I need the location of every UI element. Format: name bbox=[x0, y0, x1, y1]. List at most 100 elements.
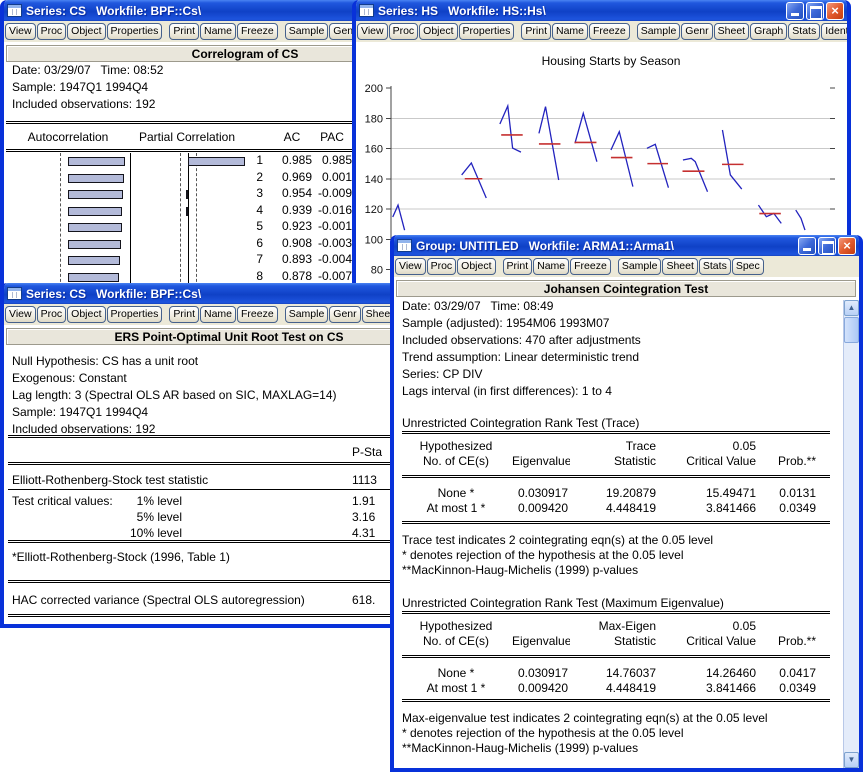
scroll-up-button[interactable]: ▲ bbox=[844, 300, 859, 316]
view-header: Johansen Cointegration Test bbox=[396, 280, 856, 297]
ac-value: 0.969 bbox=[272, 170, 312, 185]
y-tick-label: 80 bbox=[371, 265, 383, 277]
critical-level: 5% level bbox=[100, 509, 182, 525]
toolbar-button-print[interactable]: Print bbox=[169, 23, 199, 40]
lag-number: 4 bbox=[238, 203, 263, 218]
series-segment bbox=[462, 163, 487, 198]
toolbar-button-name[interactable]: Name bbox=[200, 306, 236, 323]
series-segment bbox=[647, 144, 669, 187]
toolbar-button-name[interactable]: Name bbox=[533, 258, 569, 275]
toolbar-button-properties[interactable]: Properties bbox=[107, 23, 163, 40]
section-title-trace: Unrestricted Cointegration Rank Test (Tr… bbox=[402, 415, 639, 431]
lag-number: 6 bbox=[238, 236, 263, 251]
toolbar-button-view[interactable]: View bbox=[5, 306, 36, 323]
maximize-button[interactable] bbox=[818, 237, 836, 255]
ac-value: 0.954 bbox=[272, 186, 312, 201]
toolbar-button-print[interactable]: Print bbox=[503, 258, 533, 275]
toolbar-button-proc[interactable]: Proc bbox=[37, 23, 67, 40]
toolbar-button-proc[interactable]: Proc bbox=[427, 258, 457, 275]
text-line: * denotes rejection of the hypothesis at… bbox=[402, 726, 768, 741]
toolbar-button-view[interactable]: View bbox=[5, 23, 36, 40]
table-cell: 14.26460 bbox=[658, 666, 758, 681]
rule-line bbox=[8, 435, 448, 438]
ac-value: 0.893 bbox=[272, 252, 312, 267]
toolbar-button-spec[interactable]: Spec bbox=[732, 258, 764, 275]
rule-line bbox=[8, 580, 448, 583]
toolbar-button-print[interactable]: Print bbox=[169, 306, 199, 323]
toolbar-group: PrintNameFreeze bbox=[169, 306, 278, 323]
toolbar-button-object[interactable]: Object bbox=[67, 306, 105, 323]
table-header-row: HypothesizedTrace0.05 bbox=[402, 439, 818, 454]
footnote: *Elliott-Rothenberg-Stock (1996, Table 1… bbox=[12, 549, 230, 565]
table-cell: 0.0417 bbox=[758, 666, 818, 681]
toolbar-button-object[interactable]: Object bbox=[457, 258, 495, 275]
toolbar-button-freeze[interactable]: Freeze bbox=[237, 23, 278, 40]
toolbar-button-view[interactable]: View bbox=[395, 258, 426, 275]
series-segment bbox=[683, 158, 708, 191]
toolbar-button-sample[interactable]: Sample bbox=[285, 23, 329, 40]
scrollbar-thumb[interactable] bbox=[844, 317, 859, 343]
toolbar-button-freeze[interactable]: Freeze bbox=[237, 306, 278, 323]
series-segment bbox=[722, 130, 741, 189]
toolbar-button-stats[interactable]: Stats bbox=[699, 258, 731, 275]
column-header-pac: PAC bbox=[312, 129, 352, 145]
column-header-ac: AC bbox=[272, 129, 312, 145]
toolbar-button-object[interactable]: Object bbox=[67, 23, 105, 40]
toolbar-button-proc[interactable]: Proc bbox=[37, 306, 67, 323]
toolbar-button-properties[interactable]: Properties bbox=[107, 306, 163, 323]
pac-value: 0.985 bbox=[316, 153, 352, 168]
lag-number: 8 bbox=[238, 269, 263, 284]
toolbar-button-sample[interactable]: Sample bbox=[285, 306, 329, 323]
table-header-cell: Statistic bbox=[570, 454, 658, 469]
view-header: ERS Point-Optimal Unit Root Test on CS bbox=[6, 328, 452, 345]
rule-line bbox=[402, 431, 830, 434]
text-line: Lags interval (in first differences): 1 … bbox=[402, 383, 641, 400]
section-title-maxeigen: Unrestricted Cointegration Rank Test (Ma… bbox=[402, 595, 724, 611]
hac-value: 618. bbox=[352, 592, 375, 608]
titlebar-johansen[interactable]: Group: UNTITLED Workfile: ARMA1::Arma1\ bbox=[394, 235, 859, 256]
y-tick-label: 200 bbox=[365, 83, 383, 95]
pac-confidence-band-line bbox=[180, 153, 181, 292]
toolbar: ViewProcObjectProperties PrintNameFreeze S… bbox=[4, 304, 454, 325]
window-title: Series: CS Workfile: BPF::Cs\ bbox=[26, 4, 201, 18]
table-header-cell: Critical Value bbox=[658, 454, 758, 469]
table-row: At most 1 *0.0094204.4484193.8414660.034… bbox=[402, 681, 818, 696]
text-line: Included observations: 192 bbox=[12, 96, 163, 113]
chart-title: Housing Starts by Season bbox=[391, 54, 831, 68]
rule-line bbox=[8, 462, 448, 465]
table-cell: 4.448419 bbox=[570, 681, 658, 696]
table-cell: None * bbox=[402, 666, 512, 681]
info-block: Date: 03/29/07 Time: 08:52Sample: 1947Q1… bbox=[12, 62, 163, 113]
table-header-cell: No. of CE(s) bbox=[402, 634, 512, 649]
table-header-row: HypothesizedMax-Eigen0.05 bbox=[402, 619, 818, 634]
toolbar-button-sample[interactable]: Sample bbox=[618, 258, 662, 275]
rule-line bbox=[8, 489, 448, 490]
table-header-cell: Statistic bbox=[570, 634, 658, 649]
scroll-down-button[interactable]: ▼ bbox=[844, 752, 859, 768]
text-line: Max-eigenvalue test indicates 2 cointegr… bbox=[402, 711, 768, 726]
toolbar-button-genr[interactable]: Genr bbox=[329, 306, 360, 323]
toolbar: ViewProcObject PrintNameFreeze SampleSheet… bbox=[394, 256, 859, 277]
text-line: * denotes rejection of the hypothesis at… bbox=[402, 548, 713, 563]
table-cell: 0.030917 bbox=[512, 666, 570, 681]
pac-zero-axis-line bbox=[188, 153, 189, 292]
table-header-cell bbox=[512, 619, 570, 634]
toolbar-group: SampleSheetStatsSpec bbox=[618, 258, 765, 275]
toolbar-button-freeze[interactable]: Freeze bbox=[570, 258, 611, 275]
titlebar-ers[interactable]: Series: CS Workfile: BPF::Cs\ bbox=[4, 283, 454, 304]
rule-line bbox=[402, 521, 830, 524]
table-cell: 15.49471 bbox=[658, 486, 758, 501]
vertical-scrollbar[interactable]: ▲ ▼ bbox=[843, 300, 859, 768]
toolbar-button-sheet[interactable]: Sheet bbox=[662, 258, 697, 275]
critical-value: 1.91 bbox=[352, 493, 375, 509]
y-tick-label: 160 bbox=[365, 144, 383, 156]
autocorrelation-bar bbox=[68, 190, 123, 199]
stat-label: Elliott-Rothenberg-Stock test statistic bbox=[12, 472, 208, 488]
rule-line bbox=[402, 655, 830, 658]
ac-value: 0.939 bbox=[272, 203, 312, 218]
column-header-p-statistic: P-Sta bbox=[352, 444, 382, 460]
series-object-icon bbox=[7, 4, 22, 17]
minimize-button[interactable] bbox=[798, 237, 816, 255]
close-button[interactable] bbox=[838, 237, 856, 255]
toolbar-button-name[interactable]: Name bbox=[200, 23, 236, 40]
